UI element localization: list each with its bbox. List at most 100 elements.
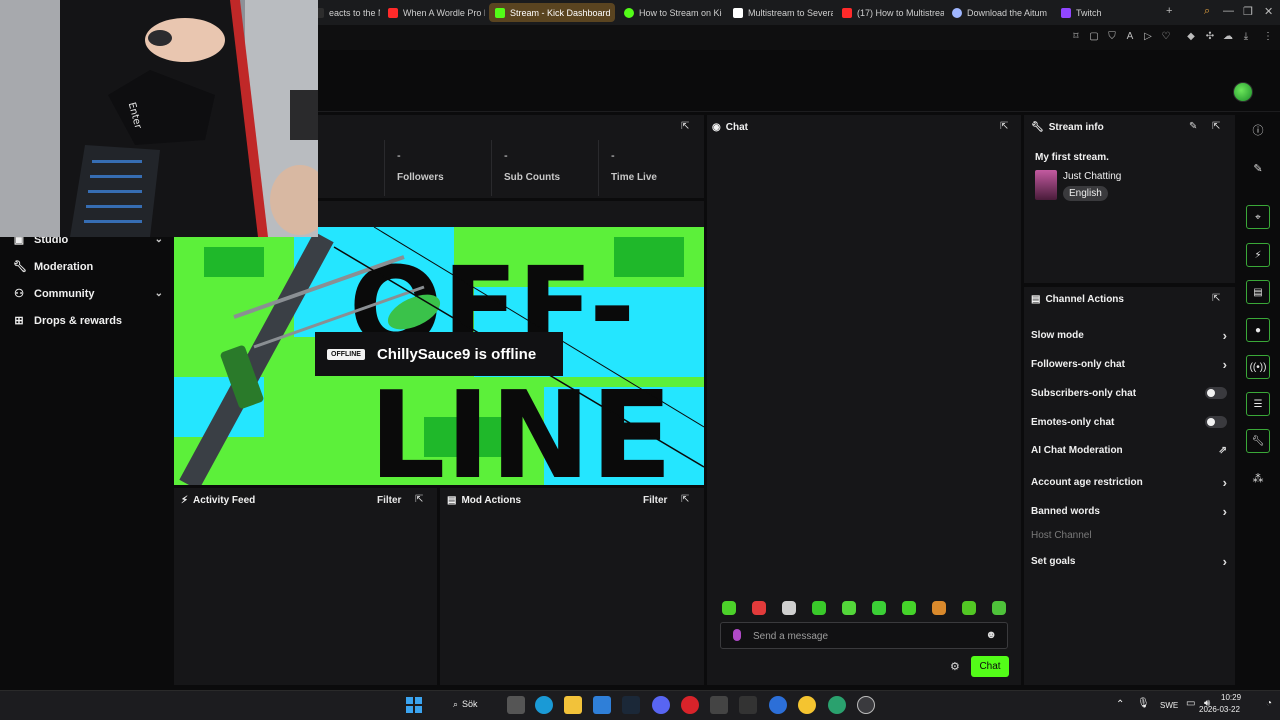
downloads-icon[interactable]: ⤓: [1240, 31, 1252, 43]
minimize-icon[interactable]: —: [1223, 5, 1234, 17]
obs-icon[interactable]: [857, 696, 875, 714]
popout-icon[interactable]: ⇱: [415, 494, 423, 505]
close-icon[interactable]: ✕: [1264, 5, 1273, 18]
rail-focus-button[interactable]: ⌖: [1246, 205, 1270, 229]
play-icon[interactable]: ▷: [1142, 31, 1154, 43]
popout-icon[interactable]: ⇱: [1000, 121, 1008, 132]
popout-icon[interactable]: ⇱: [681, 494, 689, 505]
browser-tab-1[interactable]: eacts to the N: [308, 3, 380, 22]
popout-icon[interactable]: ⇱: [1212, 293, 1220, 304]
browser-tab-7[interactable]: Download the Aitum: [946, 3, 1050, 22]
network-icon[interactable]: ▭: [1186, 698, 1195, 709]
shield-icon[interactable]: ⛉: [1106, 31, 1118, 43]
stream-title: My first stream.: [1035, 152, 1109, 163]
app-globe-icon[interactable]: [828, 696, 846, 714]
gear-icon[interactable]: ⚙: [950, 660, 960, 673]
extension-icon[interactable]: ◆: [1185, 31, 1197, 43]
language-indicator[interactable]: SWE: [1160, 701, 1178, 710]
notification-icon[interactable]: ◔: [1266, 698, 1272, 709]
popout-icon[interactable]: ⇱: [681, 121, 689, 132]
app-icon[interactable]: [710, 696, 728, 714]
apps-icon[interactable]: ⁂: [1252, 473, 1264, 485]
popout-icon[interactable]: ⇱: [1212, 121, 1220, 132]
broadcast-icon: ((•)): [1249, 361, 1267, 373]
ai-chat-moderation-row[interactable]: AI Chat Moderation ⇗: [1031, 445, 1227, 456]
browser-tab-kick-dashboard[interactable]: Stream - Kick Dashboard: [489, 3, 615, 22]
activity-feed-filter-button[interactable]: Filter: [377, 495, 401, 506]
puzzle-icon[interactable]: ✣: [1204, 31, 1216, 43]
banned-words-row[interactable]: Banned words ›: [1031, 504, 1227, 519]
account-age-row[interactable]: Account age restriction ›: [1031, 475, 1227, 490]
emote-icon[interactable]: [752, 601, 766, 615]
microphone-icon[interactable]: 🎙︎: [1137, 698, 1150, 709]
app-blue-icon[interactable]: [769, 696, 787, 714]
file-explorer-icon[interactable]: [564, 696, 582, 714]
app-yellow-icon[interactable]: [798, 696, 816, 714]
windows-start-icon[interactable]: [405, 696, 423, 714]
chat-message-input[interactable]: [753, 628, 973, 644]
browser-tab-6[interactable]: (17) How to Multistrea: [836, 3, 944, 22]
taskbar-search[interactable]: ⌕ Sök: [447, 693, 492, 715]
browser-tab-2[interactable]: When A Wordle Pro P: [382, 3, 485, 22]
emote-icon[interactable]: [902, 601, 916, 615]
wrench-icon: 🔧︎: [1251, 435, 1265, 447]
chat-input-box[interactable]: ☻: [720, 622, 1008, 649]
chat-send-button[interactable]: Chat: [971, 656, 1009, 677]
emote-icon[interactable]: [782, 601, 796, 615]
subscribers-only-toggle[interactable]: [1205, 387, 1227, 399]
mod-actions-filter-button[interactable]: Filter: [643, 495, 667, 506]
slow-mode-row[interactable]: Slow mode ›: [1031, 328, 1227, 343]
maximize-icon[interactable]: ❐: [1243, 5, 1253, 18]
new-tab-button[interactable]: +: [1166, 5, 1172, 17]
bookmark-icon[interactable]: ⌑: [1070, 31, 1082, 43]
emote-icon[interactable]: [842, 601, 856, 615]
emote-icon[interactable]: [932, 601, 946, 615]
clock-time[interactable]: 10:29: [1221, 693, 1241, 702]
task-view-icon[interactable]: [507, 696, 525, 714]
edit-icon[interactable]: ✎: [1189, 121, 1197, 132]
search-icon[interactable]: ⌕: [1204, 5, 1210, 18]
rail-mod-actions-button[interactable]: ▤: [1246, 280, 1270, 304]
edge-icon[interactable]: [535, 696, 553, 714]
heart-icon[interactable]: ♡: [1160, 31, 1172, 43]
opera-icon[interactable]: [681, 696, 699, 714]
avatar[interactable]: [1233, 82, 1253, 102]
set-goals-row[interactable]: Set goals ›: [1031, 554, 1227, 569]
emotes-only-toggle[interactable]: [1205, 416, 1227, 428]
steam-icon[interactable]: [622, 696, 640, 714]
rail-tools-button[interactable]: 🔧︎: [1246, 429, 1270, 453]
emote-icon[interactable]: [872, 601, 886, 615]
browser-tab-4[interactable]: How to Stream on Kic: [618, 3, 722, 22]
webcam-video: Enter: [0, 0, 318, 237]
info-icon[interactable]: ⓘ: [1252, 125, 1264, 137]
epic-games-icon[interactable]: [739, 696, 757, 714]
store-icon[interactable]: [593, 696, 611, 714]
rail-activity-button[interactable]: ⚡︎: [1246, 243, 1270, 267]
gift-icon: ⊞: [14, 315, 24, 327]
emoji-icon[interactable]: ☻: [985, 629, 997, 641]
clock-date[interactable]: 2026-03-22: [1199, 705, 1240, 714]
cloud-icon[interactable]: ☁: [1222, 31, 1234, 43]
rail-chat-button[interactable]: ●: [1246, 318, 1270, 342]
pencil-icon[interactable]: ✎: [1252, 163, 1264, 175]
discord-icon[interactable]: [652, 696, 670, 714]
browser-tab-twitch[interactable]: Twitch: [1055, 3, 1155, 22]
offline-art-line2: LINE: [369, 367, 673, 485]
rail-stream-info-button[interactable]: ☰: [1246, 392, 1270, 416]
emote-icon[interactable]: [812, 601, 826, 615]
subscribers-only-row: Subscribers-only chat: [1031, 387, 1227, 399]
sidebar-item-community[interactable]: ⚇ Community ⌄: [13, 287, 163, 301]
translate-icon[interactable]: A: [1124, 31, 1136, 43]
browser-tab-5[interactable]: Multistream to Severa: [727, 3, 833, 22]
chevron-up-icon[interactable]: ⌃: [1116, 699, 1124, 710]
sidebar-item-moderation[interactable]: 🔧︎ Moderation: [13, 260, 163, 274]
rail-broadcast-button[interactable]: ((•)): [1246, 355, 1270, 379]
emote-icon[interactable]: [992, 601, 1006, 615]
emote-icon[interactable]: [962, 601, 976, 615]
sidebar-item-drops-rewards[interactable]: ⊞ Drops & rewards: [13, 314, 163, 328]
emote-icon[interactable]: [722, 601, 736, 615]
menu-icon[interactable]: ⋮: [1262, 31, 1274, 43]
microphone-icon[interactable]: [733, 629, 741, 641]
followers-only-row[interactable]: Followers-only chat ›: [1031, 357, 1227, 372]
screenshot-icon[interactable]: ▢: [1088, 31, 1100, 43]
